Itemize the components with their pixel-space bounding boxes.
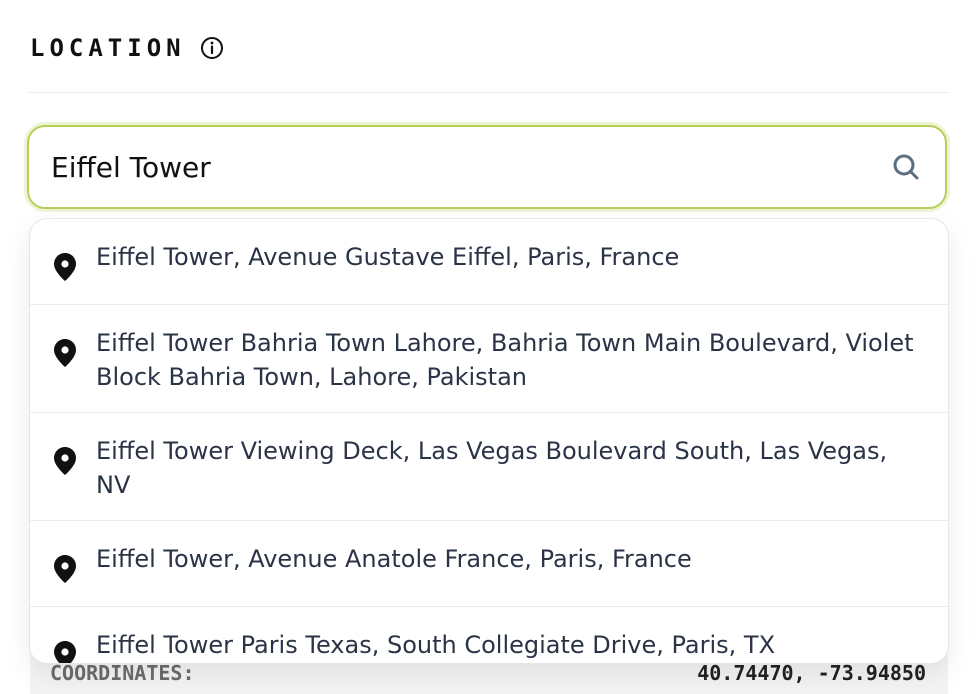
suggestion-item[interactable]: Eiffel Tower Bahria Town Lahore, Bahria … — [30, 305, 948, 413]
map-pin-icon — [52, 446, 78, 476]
suggestion-text: Eiffel Tower Paris Texas, South Collegia… — [96, 631, 776, 659]
location-search-input[interactable] — [29, 150, 891, 184]
suggestion-item[interactable]: Eiffel Tower, Avenue Anatole France, Par… — [30, 521, 948, 607]
search-icon[interactable] — [891, 152, 921, 182]
suggestion-item[interactable]: Eiffel Tower, Avenue Gustave Eiffel, Par… — [30, 219, 948, 305]
location-search-box[interactable] — [27, 125, 947, 209]
suggestions-dropdown: Eiffel Tower, Avenue Gustave Eiffel, Par… — [29, 218, 949, 664]
suggestion-item[interactable]: Eiffel Tower Viewing Deck, Las Vegas Bou… — [30, 413, 948, 521]
map-pin-icon — [52, 338, 78, 368]
coordinates-value: 40.74470, -73.94850 — [697, 661, 926, 685]
suggestion-item[interactable]: Eiffel Tower Paris Texas, South Collegia… — [30, 607, 948, 663]
suggestion-text: Eiffel Tower Viewing Deck, Las Vegas Bou… — [96, 437, 888, 499]
section-title: LOCATION — [30, 34, 186, 62]
map-pin-icon — [52, 252, 78, 282]
map-pin-icon — [52, 554, 78, 584]
suggestion-text: Eiffel Tower Bahria Town Lahore, Bahria … — [96, 329, 914, 391]
suggestion-text: Eiffel Tower, Avenue Gustave Eiffel, Par… — [96, 243, 680, 271]
coordinates-label: COORDINATES: — [50, 661, 195, 685]
info-icon[interactable] — [200, 36, 224, 60]
divider — [28, 92, 950, 93]
location-header: LOCATION — [30, 30, 224, 66]
suggestion-text: Eiffel Tower, Avenue Anatole France, Par… — [96, 545, 692, 573]
map-pin-icon — [52, 640, 78, 663]
